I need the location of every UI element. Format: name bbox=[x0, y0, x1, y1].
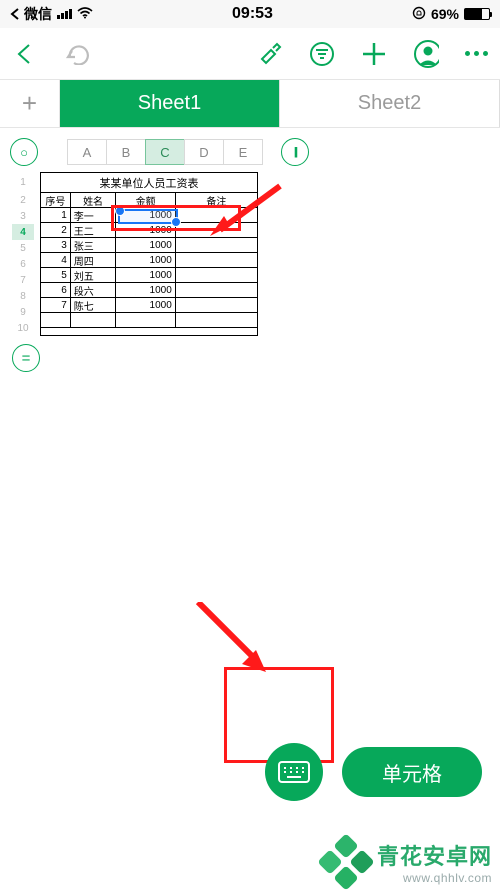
column-controls: ○ A B C D E || bbox=[0, 128, 500, 172]
keyboard-icon bbox=[278, 761, 310, 783]
profile-icon[interactable] bbox=[413, 41, 439, 67]
annotation-arrow-bottom bbox=[188, 602, 278, 687]
table-row: 6段六1000 bbox=[41, 283, 257, 298]
back-icon[interactable] bbox=[12, 41, 38, 67]
row-6[interactable]: 6 bbox=[12, 256, 34, 272]
row-3[interactable]: 3 bbox=[12, 208, 34, 224]
col-A[interactable]: A bbox=[67, 139, 107, 165]
table-row: 7陈七1000 bbox=[41, 298, 257, 313]
battery-percent: 69% bbox=[431, 6, 459, 22]
keyboard-button[interactable] bbox=[265, 743, 323, 801]
hdr-name: 姓名 bbox=[71, 193, 117, 207]
col-C[interactable]: C bbox=[145, 139, 185, 165]
col-E[interactable]: E bbox=[223, 139, 263, 165]
formula-button[interactable]: = bbox=[12, 344, 40, 372]
record-button[interactable]: ○ bbox=[10, 138, 38, 166]
watermark-url: www.qhhlv.com bbox=[377, 871, 492, 885]
watermark-logo-icon bbox=[321, 837, 371, 887]
row-9[interactable]: 9 bbox=[12, 304, 34, 320]
row-5[interactable]: 5 bbox=[12, 240, 34, 256]
table-row bbox=[41, 313, 257, 328]
row-2[interactable]: 2 bbox=[12, 192, 34, 208]
table-row: 4周四1000 bbox=[41, 253, 257, 268]
undo-icon[interactable] bbox=[64, 41, 90, 67]
pause-button[interactable]: || bbox=[281, 138, 309, 166]
status-bar: 微信 09:53 69% bbox=[0, 0, 500, 28]
sheet-tabs: + Sheet1 Sheet2 bbox=[0, 80, 500, 128]
watermark-name: 青花安卓网 bbox=[377, 839, 492, 871]
wifi-icon bbox=[77, 6, 93, 22]
back-to-app[interactable]: 微信 bbox=[10, 4, 52, 24]
footer-controls: 单元格 bbox=[0, 749, 500, 819]
row-4[interactable]: 4 bbox=[12, 224, 34, 240]
clock: 09:53 bbox=[232, 5, 273, 23]
hdr-num: 序号 bbox=[41, 193, 71, 207]
filter-icon[interactable] bbox=[309, 41, 335, 67]
table-row: 5刘五1000 bbox=[41, 268, 257, 283]
cell-edit-button[interactable]: 单元格 bbox=[342, 747, 482, 797]
more-icon[interactable] bbox=[465, 51, 488, 56]
battery-icon bbox=[464, 8, 490, 20]
row-1[interactable]: 1 bbox=[12, 172, 34, 192]
format-brush-icon[interactable] bbox=[257, 41, 283, 67]
cell-signal-icon bbox=[57, 9, 72, 19]
annotation-arrow-top bbox=[210, 186, 290, 251]
main-toolbar bbox=[0, 28, 500, 80]
tab-sheet1[interactable]: Sheet1 bbox=[60, 80, 280, 127]
row-10[interactable]: 10 bbox=[12, 320, 34, 336]
tab-sheet2[interactable]: Sheet2 bbox=[280, 80, 500, 127]
row-8[interactable]: 8 bbox=[12, 288, 34, 304]
watermark: 青花安卓网 www.qhhlv.com bbox=[321, 837, 492, 887]
row-7[interactable]: 7 bbox=[12, 272, 34, 288]
col-B[interactable]: B bbox=[106, 139, 146, 165]
add-sheet-button[interactable]: + bbox=[0, 80, 60, 127]
col-D[interactable]: D bbox=[184, 139, 224, 165]
add-icon[interactable] bbox=[361, 41, 387, 67]
rotation-lock-icon bbox=[412, 6, 426, 23]
